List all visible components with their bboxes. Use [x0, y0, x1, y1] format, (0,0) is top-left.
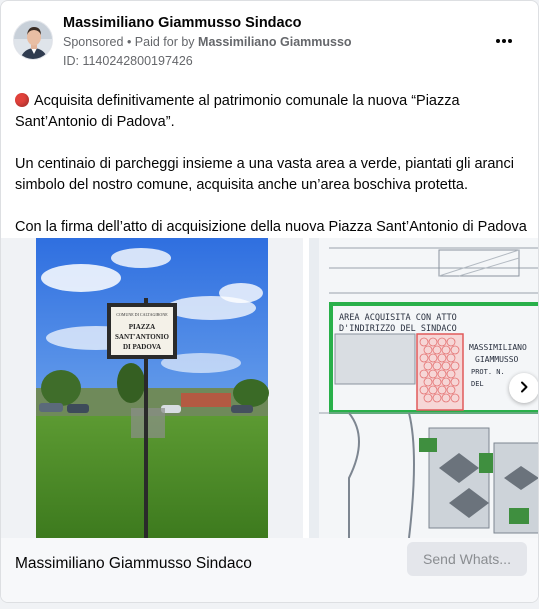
- carousel-next-button[interactable]: [509, 373, 538, 403]
- sign-line-1: COMUNE DI CALTAGIRONE: [116, 312, 168, 317]
- body-paragraph-3[interactable]: Con la firma dell’atto di acquisizione d…: [15, 217, 527, 238]
- ad-footer: Massimiliano Giammusso Sindaco Send What…: [1, 538, 538, 602]
- more-options-button[interactable]: [490, 31, 518, 51]
- square-sign-photo: COMUNE DI CALTAGIRONE PIAZZA SANT'ANTONI…: [1, 238, 303, 538]
- post-header: Massimiliano Giammusso Sindaco Sponsored…: [13, 13, 526, 71]
- image-carousel: COMUNE DI CALTAGIRONE PIAZZA SANT'ANTONI…: [1, 238, 538, 538]
- body-paragraph-2: Un centinaio di parcheggi insieme a una …: [15, 156, 514, 193]
- handwriting-line-4: GIAMMUSSO: [475, 355, 519, 364]
- handwriting-line-1: AREA ACQUISITA CON ATTO: [339, 313, 457, 323]
- handwriting-line-3: MASSIMILIANO: [469, 343, 527, 352]
- handwriting-line-6: DEL: [471, 380, 484, 388]
- send-whatsapp-button[interactable]: Send Whats...: [407, 542, 527, 576]
- red-circle-icon: [15, 93, 29, 107]
- post-body: Acquisita definitivamente al patrimonio …: [15, 91, 527, 238]
- chevron-right-icon: [521, 381, 528, 393]
- body-paragraph-1-text: Acquisita definitivamente al patrimonio …: [15, 93, 460, 130]
- carousel-slide-1[interactable]: COMUNE DI CALTAGIRONE PIAZZA SANT'ANTONI…: [1, 238, 303, 538]
- avatar-photo: [14, 21, 52, 59]
- handwriting-line-5: PROT. N.: [471, 368, 505, 376]
- ad-post-card: Massimiliano Giammusso Sindaco Sponsored…: [0, 0, 539, 603]
- footer-page-name[interactable]: Massimiliano Giammusso Sindaco: [15, 555, 252, 573]
- page-title[interactable]: Massimiliano Giammusso Sindaco: [63, 15, 302, 31]
- handwriting-line-2: D'INDIRIZZO DEL SINDACO: [339, 324, 457, 334]
- sign-line-4: DI PADOVA: [123, 343, 161, 351]
- sign-line-3: SANT'ANTONIO: [115, 333, 169, 341]
- more-horizontal-icon: [496, 39, 512, 43]
- paid-for-name: Massimiliano Giammusso: [198, 35, 352, 49]
- paid-for-prefix: Paid for by: [134, 35, 199, 49]
- sponsored-line: Sponsored • Paid for by Massimiliano Gia…: [63, 35, 352, 49]
- carousel-slide-2[interactable]: AREA ACQUISITA CON ATTO D'INDIRIZZO DEL …: [309, 238, 538, 538]
- site-map-photo: AREA ACQUISITA CON ATTO D'INDIRIZZO DEL …: [309, 238, 538, 538]
- avatar[interactable]: [13, 20, 53, 60]
- ad-id: ID: 1140242800197426: [63, 54, 193, 68]
- sponsored-label[interactable]: Sponsored: [63, 35, 123, 49]
- body-paragraph-1: Acquisita definitivamente al patrimonio …: [15, 91, 527, 133]
- sign-line-2: PIAZZA: [129, 323, 155, 331]
- meta-separator: •: [123, 35, 135, 49]
